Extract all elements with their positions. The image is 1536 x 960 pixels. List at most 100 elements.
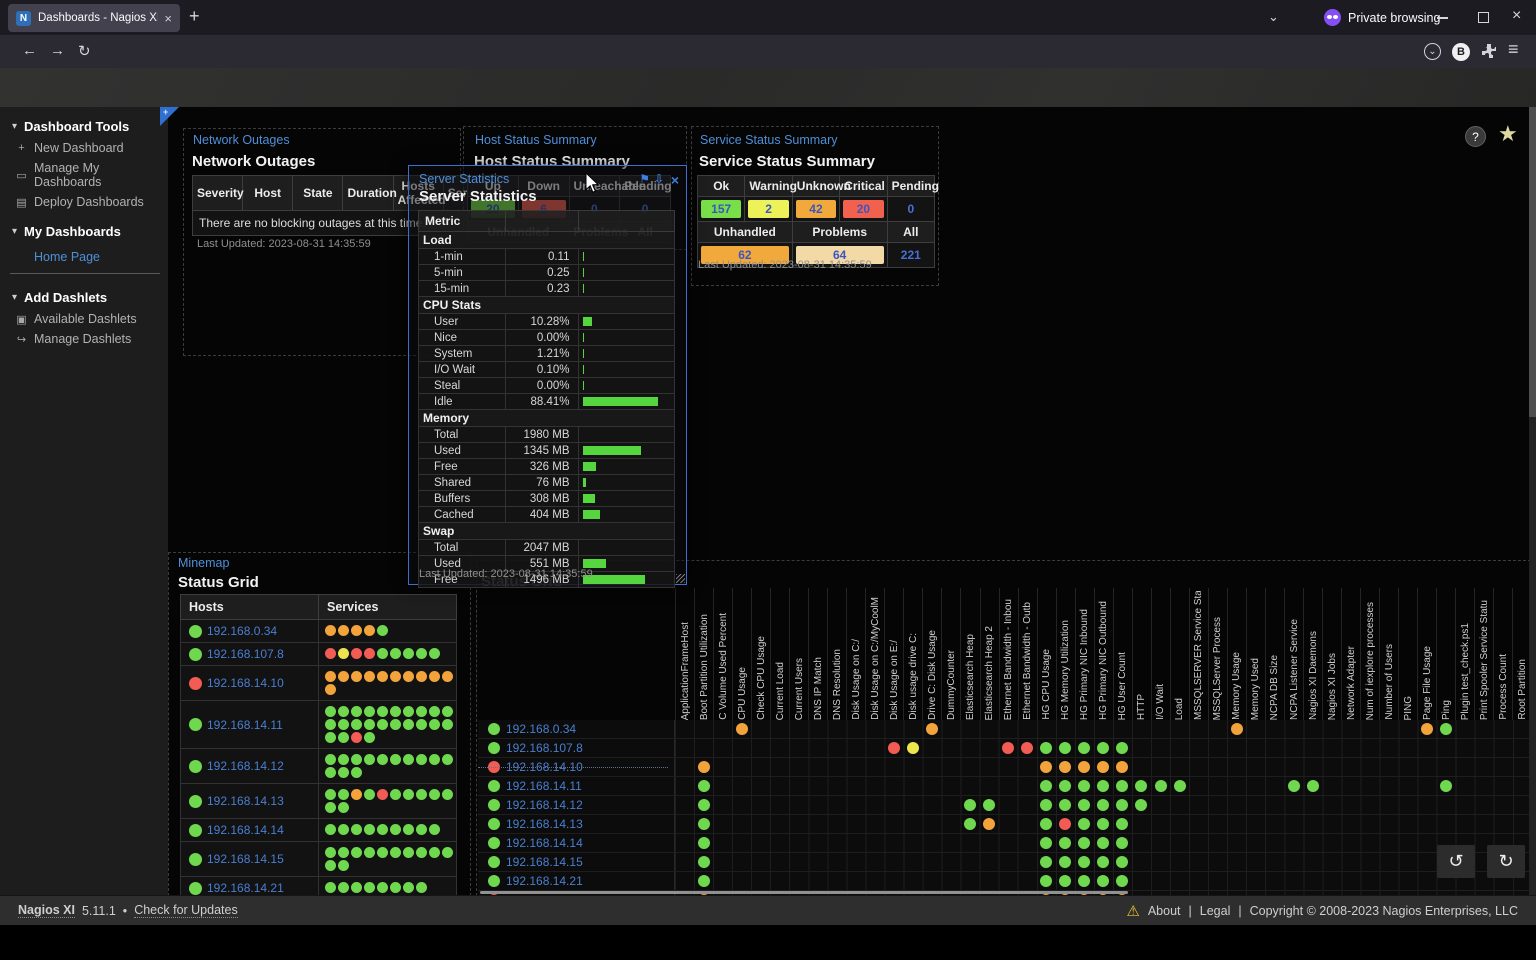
service-status-dot[interactable]	[377, 648, 388, 659]
service-status-dot[interactable]	[1421, 723, 1433, 735]
service-status-dot[interactable]	[907, 742, 919, 754]
host-link[interactable]: 192.168.14.10	[207, 676, 284, 690]
redo-button[interactable]: ↻	[1487, 845, 1525, 878]
service-status-dot[interactable]	[351, 824, 362, 835]
minemap-link[interactable]: Minemap	[178, 556, 229, 570]
service-status-dot[interactable]	[1097, 799, 1109, 811]
service-status-dot[interactable]	[338, 847, 349, 858]
service-status-dot[interactable]	[1116, 837, 1128, 849]
service-status-dot[interactable]	[403, 648, 414, 659]
service-status-dot[interactable]	[377, 882, 388, 893]
service-status-dot[interactable]	[1078, 761, 1090, 773]
service-status-dot[interactable]	[983, 799, 995, 811]
service-status-dot[interactable]	[1135, 799, 1147, 811]
service-status-dot[interactable]	[1059, 761, 1071, 773]
sidebar-item-manage-dashlets[interactable]: ↪Manage Dashlets	[0, 329, 168, 349]
service-status-dot[interactable]	[364, 625, 375, 636]
service-status-dot[interactable]	[1440, 780, 1452, 792]
service-status-dot[interactable]	[364, 789, 375, 800]
service-status-dot[interactable]	[403, 719, 414, 730]
service-status-dot[interactable]	[377, 754, 388, 765]
service-status-dot[interactable]	[403, 824, 414, 835]
service-status-dot[interactable]	[1116, 875, 1128, 887]
service-status-dot[interactable]	[1116, 761, 1128, 773]
service-status-dot[interactable]	[698, 761, 710, 773]
service-status-dot[interactable]	[403, 789, 414, 800]
service-status-dot[interactable]	[1097, 742, 1109, 754]
service-status-dot[interactable]	[338, 802, 349, 813]
service-status-dot[interactable]	[416, 754, 427, 765]
browser-tab[interactable]: N Dashboards - Nagios XI ×	[8, 4, 180, 32]
service-status-dot[interactable]	[390, 824, 401, 835]
window-close-button[interactable]: ×	[1512, 7, 1521, 25]
host-link[interactable]: 192.168.14.15	[506, 855, 583, 869]
service-status-dot[interactable]	[390, 719, 401, 730]
service-status-dot[interactable]	[390, 882, 401, 893]
service-status-dot[interactable]	[442, 754, 453, 765]
service-status-dot[interactable]	[364, 847, 375, 858]
service-status-dot[interactable]	[429, 706, 440, 717]
tab-close-icon[interactable]: ×	[164, 11, 172, 26]
undo-button[interactable]: ↺	[1437, 845, 1475, 878]
sidebar-item-manage-my-dashboards[interactable]: ▭Manage My Dashboards	[0, 158, 168, 192]
service-status-dot[interactable]	[338, 648, 349, 659]
service-status-dot[interactable]	[698, 818, 710, 830]
service-status-dot[interactable]	[1097, 761, 1109, 773]
service-status-dot[interactable]	[1078, 837, 1090, 849]
service-status-dot[interactable]	[390, 671, 401, 682]
service-status-dot[interactable]	[403, 706, 414, 717]
service-status-dot[interactable]	[1078, 818, 1090, 830]
service-status-dot[interactable]	[1059, 818, 1071, 830]
legal-link[interactable]: Legal	[1200, 904, 1231, 918]
service-status-dot[interactable]	[377, 706, 388, 717]
new-tab-button[interactable]: +	[189, 6, 200, 27]
service-status-dot[interactable]	[325, 706, 336, 717]
host-link[interactable]: 192.168.107.8	[506, 741, 583, 755]
service-status-dot[interactable]	[377, 671, 388, 682]
service-status-dot[interactable]	[377, 789, 388, 800]
service-status-dot[interactable]	[377, 824, 388, 835]
service-status-dot[interactable]	[736, 723, 748, 735]
service-status-dot[interactable]	[351, 706, 362, 717]
service-status-dot[interactable]	[442, 719, 453, 730]
service-status-dot[interactable]	[1097, 818, 1109, 830]
service-status-dot[interactable]	[1116, 780, 1128, 792]
service-status-dot[interactable]	[698, 780, 710, 792]
service-status-dot[interactable]	[1307, 780, 1319, 792]
service-status-dot[interactable]	[325, 671, 336, 682]
back-button[interactable]: ←	[22, 42, 37, 59]
service-status-dot[interactable]	[351, 789, 362, 800]
service-status-dot[interactable]	[442, 847, 453, 858]
footer-product[interactable]: Nagios XI	[18, 903, 75, 918]
service-status-dot[interactable]	[325, 882, 336, 893]
service-status-dot[interactable]	[351, 625, 362, 636]
service-status-dot[interactable]	[429, 671, 440, 682]
service-status-dot[interactable]	[926, 723, 938, 735]
service-status-dot[interactable]	[325, 754, 336, 765]
host-link[interactable]: 192.168.14.14	[207, 823, 284, 837]
service-status-dot[interactable]	[1288, 780, 1300, 792]
service-status-dot[interactable]	[1040, 742, 1052, 754]
service-status-dot[interactable]	[325, 789, 336, 800]
extension-b-icon[interactable]: B	[1452, 43, 1470, 61]
service-status-dot[interactable]	[429, 754, 440, 765]
service-status-dot[interactable]	[1097, 875, 1109, 887]
host-link[interactable]: 192.168.14.11	[506, 779, 582, 793]
service-status-dot[interactable]	[351, 732, 362, 743]
service-status-dot[interactable]	[377, 847, 388, 858]
service-status-dot[interactable]	[325, 732, 336, 743]
service-status-dot[interactable]	[429, 648, 440, 659]
host-link[interactable]: 192.168.14.13	[506, 817, 583, 831]
window-restore-button[interactable]	[1478, 12, 1489, 23]
service-status-dot[interactable]	[442, 706, 453, 717]
service-status-dot[interactable]	[416, 824, 427, 835]
service-status-dot[interactable]	[416, 847, 427, 858]
service-status-dot[interactable]	[416, 789, 427, 800]
service-status-dot[interactable]	[1440, 723, 1452, 735]
service-status-dot[interactable]	[325, 684, 336, 695]
service-status-dot[interactable]	[390, 789, 401, 800]
service-status-dot[interactable]	[390, 754, 401, 765]
service-status-dot[interactable]	[442, 671, 453, 682]
service-status-dot[interactable]	[403, 847, 414, 858]
dashlet-flag-icon[interactable]: ⚑	[639, 172, 650, 186]
